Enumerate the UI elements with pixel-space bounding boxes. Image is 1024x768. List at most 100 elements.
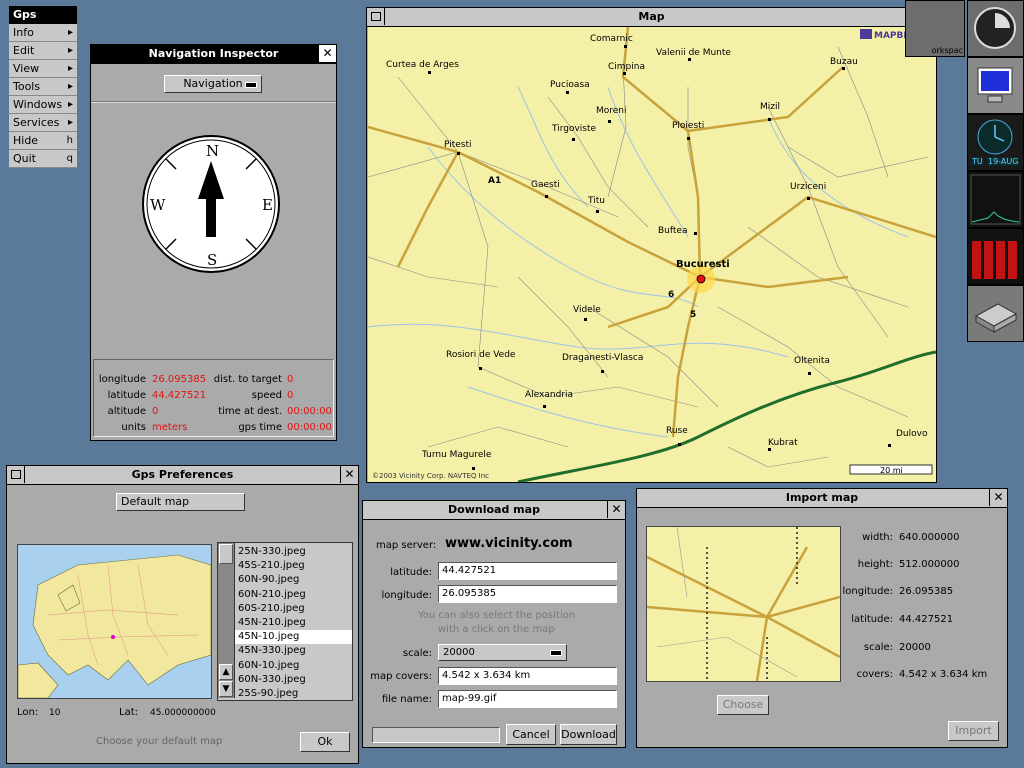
menu-item-info[interactable]: Info ▸ — [9, 24, 77, 42]
shortcut-key: q — [66, 153, 73, 164]
latitude-field[interactable]: 44.427521 — [438, 562, 617, 580]
ok-button[interactable]: Ok — [300, 732, 350, 752]
cancel-button[interactable]: Cancel — [506, 724, 556, 745]
file-list-item[interactable]: 60S-210.jpeg — [235, 602, 352, 616]
file-list-item[interactable]: 60N-90.jpeg — [235, 573, 352, 587]
file-list-item[interactable]: 60N-210.jpeg — [235, 588, 352, 602]
import-map-preview[interactable] — [646, 526, 841, 682]
window-title[interactable]: Gps Preferences — [7, 466, 358, 485]
city-label: Oltenita — [794, 356, 830, 366]
shortcut-key: h — [66, 135, 73, 146]
menu-title: Gps — [9, 6, 77, 24]
height-label: height: — [857, 559, 893, 570]
file-list-item[interactable]: 45N-210.jpeg — [235, 616, 352, 630]
dock-recycler-tile[interactable] — [967, 285, 1024, 342]
scale-label: scale: — [863, 642, 893, 653]
download-progress-bar — [372, 727, 500, 743]
miniaturize-icon[interactable] — [367, 8, 385, 25]
menu-item-services[interactable]: Services ▸ — [9, 114, 77, 132]
menu-item-tools[interactable]: Tools ▸ — [9, 78, 77, 96]
choose-button[interactable]: Choose — [717, 695, 769, 715]
submenu-arrow-icon: ▸ — [67, 63, 73, 74]
map-covers-label: map covers: — [370, 671, 432, 682]
dock-cpu-monitor-tile[interactable] — [967, 171, 1024, 228]
file-list-item[interactable]: 45N-330.jpeg — [235, 644, 352, 658]
time-dest-label: time at dest. — [218, 406, 282, 417]
gps-main-menu: Gps Info ▸ Edit ▸ View ▸ Tools ▸ Windows ▸ Se… — [9, 6, 77, 168]
map-server-label: map server: — [376, 540, 437, 551]
default-map-button[interactable]: Default map — [116, 493, 245, 511]
hint-text: Choose your default map — [96, 736, 223, 747]
latitude-value: 44.427521 — [899, 614, 954, 625]
gps-time-value: 00:00:00 — [287, 422, 332, 433]
width-label: width: — [862, 532, 893, 543]
miniaturize-icon[interactable] — [7, 466, 25, 483]
dock-mixer-tile[interactable] — [967, 228, 1024, 285]
volume-bars-icon — [972, 241, 1017, 279]
city-label: Curtea de Arges — [386, 60, 459, 70]
dock-app-icon[interactable] — [967, 0, 1024, 57]
covers-value: 4.542 x 3.634 km — [899, 669, 988, 680]
latitude-label: latitude — [107, 390, 146, 401]
file-name-field[interactable]: map-99.gif — [438, 690, 617, 708]
file-list: ▲ ▼ 25N-330.jpeg 45S-210.jpeg 60N-90.jpe… — [217, 542, 353, 701]
file-list-item[interactable]: 60N-330.jpeg — [235, 673, 352, 687]
dock-clock-tile[interactable]: TU 19-AUG — [967, 114, 1024, 171]
submenu-arrow-icon: ▸ — [67, 81, 73, 92]
download-button[interactable]: Download — [560, 724, 617, 745]
longitude-value: 26.095385 — [899, 586, 954, 597]
scroll-down-icon[interactable]: ▼ — [219, 681, 233, 697]
file-list-item[interactable]: 25S-90.jpeg — [235, 687, 352, 701]
europe-map-preview[interactable] — [17, 544, 212, 699]
position-hint-2: with a click on the map — [438, 624, 555, 635]
scale-value: 20000 — [899, 642, 931, 653]
file-list-item[interactable]: 45S-210.jpeg — [235, 559, 352, 573]
gps-time-label: gps time — [238, 422, 282, 433]
road-label: 6 — [668, 290, 674, 300]
dock-monitor-tile[interactable] — [967, 57, 1024, 114]
close-icon[interactable]: ✕ — [318, 45, 336, 62]
workspace-tile-partial[interactable]: orkspac — [905, 0, 965, 57]
menu-item-windows[interactable]: Windows ▸ — [9, 96, 77, 114]
window-title[interactable]: Download map — [363, 501, 625, 520]
window-title[interactable]: Import map — [637, 489, 1007, 508]
import-button[interactable]: Import — [948, 721, 999, 741]
lon-label: Lon: — [17, 707, 39, 718]
close-icon[interactable]: ✕ — [607, 501, 625, 518]
window-title[interactable]: Map — [367, 8, 936, 27]
menu-item-view[interactable]: View ▸ — [9, 60, 77, 78]
scale-label: 20 mi — [880, 466, 903, 475]
chip-icon — [974, 303, 1018, 333]
city-label: Buzau — [830, 57, 858, 67]
compass-w: W — [150, 196, 166, 214]
lon-value: 10 — [49, 708, 61, 718]
city-label: Pucioasa — [550, 80, 590, 90]
scroll-up-icon[interactable]: ▲ — [219, 664, 233, 680]
close-icon[interactable]: ✕ — [989, 489, 1007, 506]
city-label: Ruse — [666, 426, 688, 436]
scroll-knob[interactable] — [219, 544, 233, 564]
latitude-value: 44.427521 — [152, 390, 207, 401]
menu-item-quit[interactable]: Quit q — [9, 150, 77, 168]
road-label: A1 — [488, 176, 501, 186]
longitude-field[interactable]: 26.095385 — [438, 585, 617, 603]
map-server-value: www.vicinity.com — [445, 536, 573, 551]
menu-item-edit[interactable]: Edit ▸ — [9, 42, 77, 60]
map-canvas[interactable]: Comarnic Valenii de Munte Curtea de Arge… — [368, 27, 936, 482]
scale-popup-button[interactable]: 20000 — [438, 644, 567, 661]
altitude-label: altitude — [107, 406, 146, 417]
import-map-window: Import map ✕ width: 640.000000 height: 5… — [636, 488, 1008, 748]
map-covers-field[interactable]: 4.542 x 3.634 km — [438, 667, 617, 685]
compass-n: N — [206, 142, 220, 160]
menu-item-hide[interactable]: Hide h — [9, 132, 77, 150]
monitor-icon — [977, 67, 1013, 103]
latitude-label: latitude: — [851, 614, 893, 625]
file-list-item[interactable]: 25N-330.jpeg — [235, 545, 352, 559]
mode-popup-button[interactable]: Navigation — [164, 75, 262, 93]
close-icon[interactable]: ✕ — [340, 466, 358, 483]
file-list-item[interactable]: 60N-10.jpeg — [235, 659, 352, 673]
clock-date: 19-AUG — [987, 157, 1020, 166]
window-title[interactable]: Navigation Inspector — [91, 45, 336, 64]
file-list-item-selected[interactable]: 45N-10.jpeg — [235, 630, 352, 645]
scrollbar[interactable]: ▲ ▼ — [218, 543, 235, 698]
